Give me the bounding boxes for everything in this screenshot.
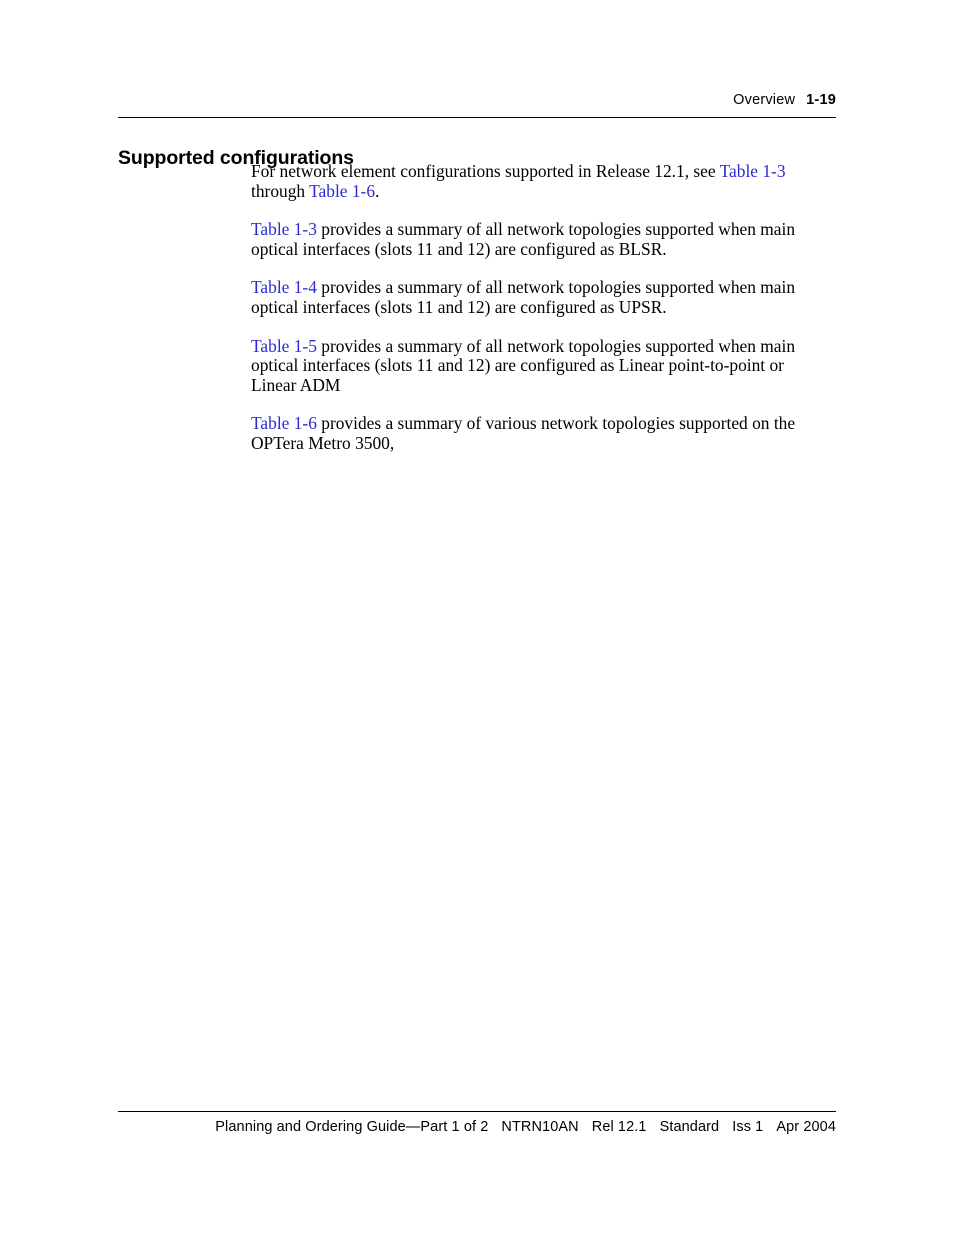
header-page-number: 1-19 bbox=[806, 92, 836, 108]
xref-link-table-1-6[interactable]: Table 1-6 bbox=[309, 181, 375, 201]
xref-link-table-1-3[interactable]: Table 1-3 bbox=[251, 219, 317, 239]
xref-link-table-1-3[interactable]: Table 1-3 bbox=[720, 161, 786, 181]
paragraph-intro: For network element configurations suppo… bbox=[251, 161, 830, 201]
footer-rule bbox=[118, 1111, 836, 1112]
footer-guide-title: Planning and Ordering Guide—Part 1 of 2 bbox=[215, 1119, 489, 1135]
header-chapter-title: Overview bbox=[733, 92, 796, 108]
document-page: Overview 1-19 Supported configurations Fo… bbox=[0, 0, 954, 1235]
paragraph-table-1-3: Table 1-3 provides a summary of all netw… bbox=[251, 219, 830, 259]
paragraph-text: provides a summary of all network topolo… bbox=[251, 277, 796, 317]
footer-release: Rel 12.1 bbox=[591, 1119, 647, 1135]
footer-status: Standard bbox=[659, 1119, 720, 1135]
body-text-column: For network element configurations suppo… bbox=[251, 161, 830, 454]
paragraph-text: provides a summary of all network topolo… bbox=[251, 335, 796, 395]
paragraph-text: through bbox=[251, 180, 310, 201]
paragraph-table-1-5: Table 1-5 provides a summary of all netw… bbox=[251, 335, 830, 396]
paragraph-text: provides a summary of all network topolo… bbox=[251, 219, 796, 259]
running-footer: Planning and Ordering Guide—Part 1 of 2 N… bbox=[118, 1119, 836, 1135]
paragraph-text: . bbox=[375, 180, 380, 201]
paragraph-text: provides a summary of various network to… bbox=[251, 413, 796, 453]
xref-link-table-1-4[interactable]: Table 1-4 bbox=[251, 277, 317, 298]
running-header: Overview 1-19 bbox=[118, 92, 836, 108]
paragraph-table-1-4: Table 1-4 provides a summary of all netw… bbox=[251, 278, 830, 317]
header-rule bbox=[118, 117, 836, 118]
footer-date: Apr 2004 bbox=[776, 1119, 836, 1135]
paragraph-text: For network element configurations suppo… bbox=[251, 161, 720, 181]
footer-issue: Iss 1 bbox=[732, 1119, 764, 1135]
xref-link-table-1-6[interactable]: Table 1-6 bbox=[251, 413, 317, 434]
xref-link-table-1-5[interactable]: Table 1-5 bbox=[251, 336, 317, 356]
paragraph-table-1-6: Table 1-6 provides a summary of various … bbox=[251, 414, 830, 453]
footer-document-number: NTRN10AN bbox=[501, 1119, 579, 1135]
